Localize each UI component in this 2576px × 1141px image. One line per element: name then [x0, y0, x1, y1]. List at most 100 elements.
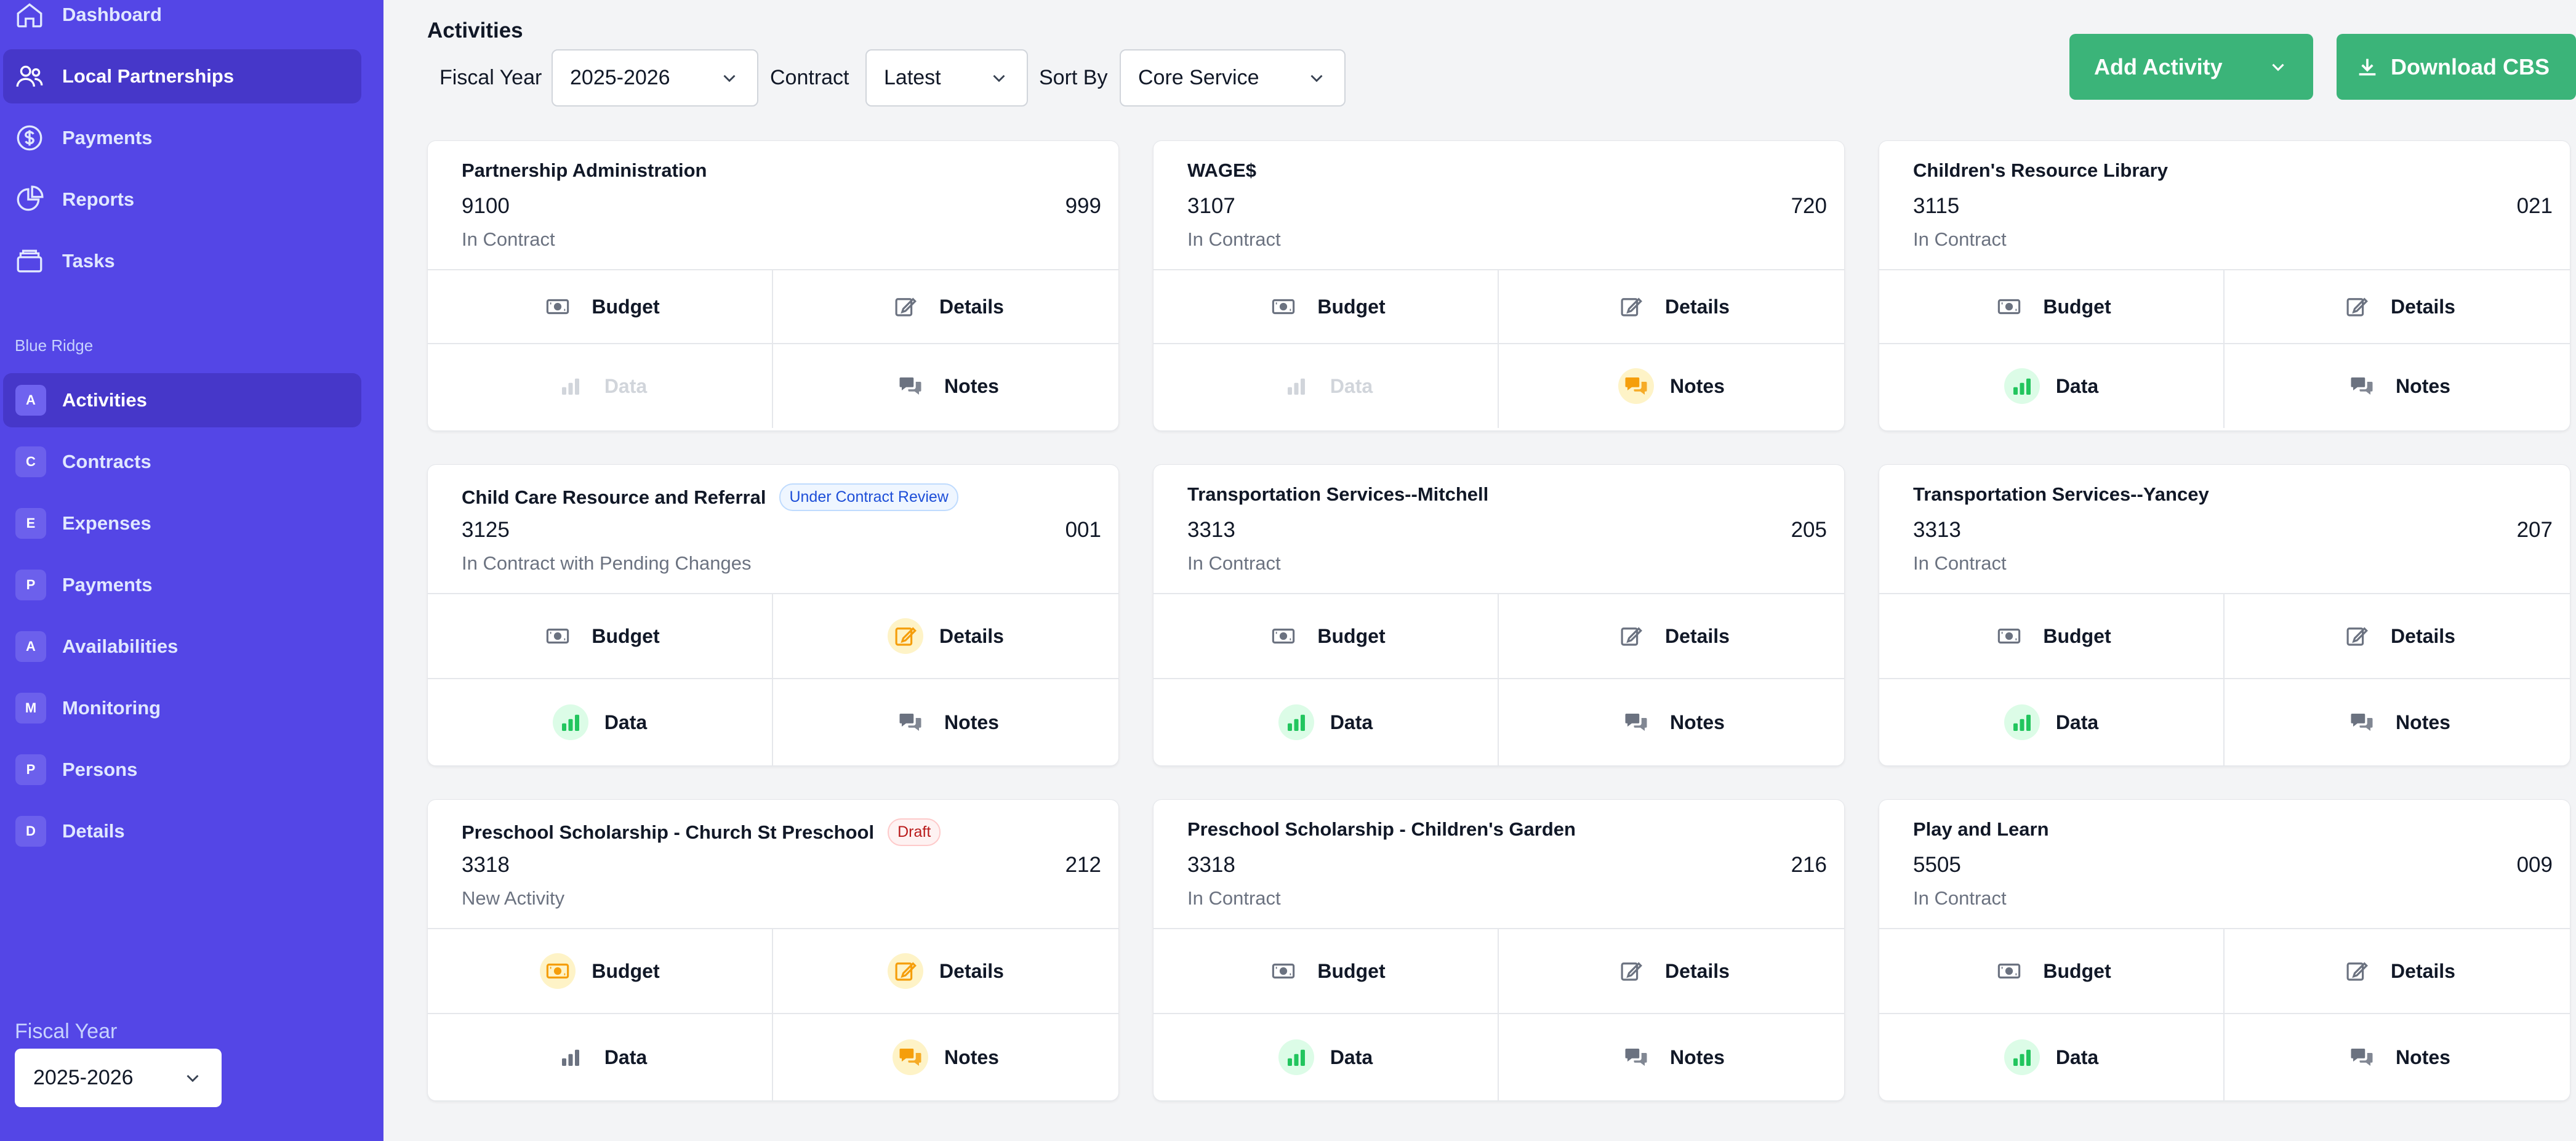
sub-item-persons[interactable]: P Persons — [3, 743, 361, 797]
sidebar-fiscal-year-select[interactable]: 2025-2026 — [15, 1049, 222, 1107]
tray-icon — [12, 243, 47, 279]
card-number: 212 — [1065, 853, 1101, 877]
card-title-row: Preschool Scholarship - Children's Garde… — [1187, 818, 1576, 841]
data-label: Data — [604, 711, 648, 733]
sub-item-expenses[interactable]: E Expenses — [3, 496, 361, 550]
nav-tasks[interactable]: Tasks — [3, 234, 361, 288]
data-action[interactable]: Data — [1879, 344, 2225, 428]
budget-action[interactable]: Budget — [428, 270, 773, 344]
edit-icon — [888, 953, 924, 989]
comments-icon — [1618, 1039, 1654, 1075]
budget-label: Budget — [2043, 295, 2111, 318]
details-action[interactable]: Details — [773, 594, 1118, 679]
budget-action[interactable]: Budget — [1154, 270, 1499, 344]
comments-icon — [893, 1039, 929, 1075]
sub-item-payments[interactable]: P Payments — [3, 558, 361, 612]
sub-item-details[interactable]: D Details — [3, 804, 361, 858]
details-action[interactable]: Details — [773, 270, 1118, 344]
notes-action[interactable]: Notes — [1499, 1014, 1844, 1100]
budget-action[interactable]: Budget — [1879, 270, 2225, 344]
notes-action[interactable]: Notes — [773, 1014, 1118, 1100]
budget-action[interactable]: Budget — [1154, 929, 1499, 1014]
fiscal-year-select[interactable]: 2025-2026 — [552, 49, 758, 107]
budget-label: Budget — [1317, 624, 1386, 647]
card-actions: Budget Details Data Notes — [1879, 594, 2570, 765]
edit-icon — [1613, 953, 1649, 989]
card-title-row: Preschool Scholarship - Church St Presch… — [462, 818, 941, 846]
details-action[interactable]: Details — [1499, 270, 1844, 344]
add-activity-label: Add Activity — [2094, 54, 2223, 79]
details-action[interactable]: Details — [1499, 929, 1844, 1014]
sub-item-monitoring[interactable]: M Monitoring — [3, 681, 361, 735]
budget-action[interactable]: Budget — [1879, 929, 2225, 1014]
card-title: Play and Learn — [1913, 818, 2049, 840]
nav-reports[interactable]: Reports — [3, 172, 361, 227]
data-action[interactable]: Data — [428, 1014, 773, 1100]
contract-select[interactable]: Latest — [865, 49, 1028, 107]
card-title: Children's Resource Library — [1913, 159, 2168, 181]
notes-action[interactable]: Notes — [2225, 1014, 2570, 1100]
chevron-down-icon — [187, 1074, 199, 1082]
budget-label: Budget — [2043, 624, 2111, 647]
details-action[interactable]: Details — [773, 929, 1118, 1014]
card-status: In Contract — [1913, 228, 2007, 250]
notes-label: Notes — [2396, 711, 2450, 733]
add-activity-button[interactable]: Add Activity — [2069, 34, 2313, 100]
status-badge: Draft — [888, 818, 941, 846]
data-action[interactable]: Data — [1879, 1014, 2225, 1100]
data-action[interactable]: Data — [1154, 679, 1499, 765]
details-action[interactable]: Details — [1499, 594, 1844, 679]
comments-icon — [2344, 1039, 2380, 1075]
budget-action[interactable]: Budget — [428, 929, 773, 1014]
budget-label: Budget — [592, 624, 660, 647]
notes-action[interactable]: Notes — [1499, 344, 1844, 428]
notes-label: Notes — [1670, 1046, 1725, 1068]
sub-item-activities[interactable]: A Activities — [3, 373, 361, 427]
nav-dashboard[interactable]: Dashboard — [3, 0, 361, 42]
card-status: In Contract with Pending Changes — [462, 552, 752, 574]
details-action[interactable]: Details — [2225, 270, 2570, 344]
chevron-down-icon[interactable] — [2268, 57, 2289, 78]
notes-action[interactable]: Notes — [773, 344, 1118, 428]
sub-item-availabilities[interactable]: A Availabilities — [3, 619, 361, 674]
details-action[interactable]: Details — [2225, 594, 2570, 679]
sub-item-label: Payments — [62, 574, 153, 595]
details-action[interactable]: Details — [2225, 929, 2570, 1014]
download-cbs-button[interactable]: Download CBS — [2337, 34, 2576, 100]
users-icon — [12, 58, 47, 94]
card-code: 3115 — [1913, 194, 1960, 218]
edit-icon — [888, 618, 924, 654]
bar-chart-icon — [552, 704, 588, 740]
data-action[interactable]: Data — [1879, 679, 2225, 765]
notes-action[interactable]: Notes — [773, 679, 1118, 765]
budget-action[interactable]: Budget — [1879, 594, 2225, 679]
money-icon — [1991, 953, 2027, 989]
card-code: 3313 — [1187, 518, 1235, 542]
card-title: WAGE$ — [1187, 159, 1256, 181]
card-status: In Contract — [1187, 228, 1281, 250]
data-label: Data — [1330, 711, 1373, 733]
card-header: Transportation Services--Mitchell 3313 2… — [1154, 465, 1844, 594]
card-code: 3107 — [1187, 194, 1235, 218]
card-actions: Budget Details Data Notes — [1879, 270, 2570, 428]
card-title-row: Partnership Administration — [462, 159, 707, 182]
nav-local-partnerships[interactable]: Local Partnerships — [3, 49, 361, 103]
nav-reports-label: Reports — [62, 188, 135, 210]
data-action[interactable]: Data — [1154, 1014, 1499, 1100]
sub-item-label: Contracts — [62, 451, 151, 472]
data-action[interactable]: Data — [428, 679, 773, 765]
card-number: 999 — [1065, 194, 1101, 218]
card-title-row: WAGE$ — [1187, 159, 1256, 182]
budget-action[interactable]: Budget — [428, 594, 773, 679]
nav-payments[interactable]: Payments — [3, 111, 361, 165]
sort-by-select[interactable]: Core Service — [1120, 49, 1346, 107]
sub-item-contracts[interactable]: C Contracts — [3, 435, 361, 489]
card-code: 9100 — [462, 194, 510, 218]
notes-action[interactable]: Notes — [1499, 679, 1844, 765]
money-icon — [540, 289, 576, 325]
budget-action[interactable]: Budget — [1154, 594, 1499, 679]
notes-label: Notes — [2396, 1046, 2450, 1068]
notes-action[interactable]: Notes — [2225, 344, 2570, 428]
nav-local-partnerships-label: Local Partnerships — [62, 65, 235, 87]
notes-action[interactable]: Notes — [2225, 679, 2570, 765]
